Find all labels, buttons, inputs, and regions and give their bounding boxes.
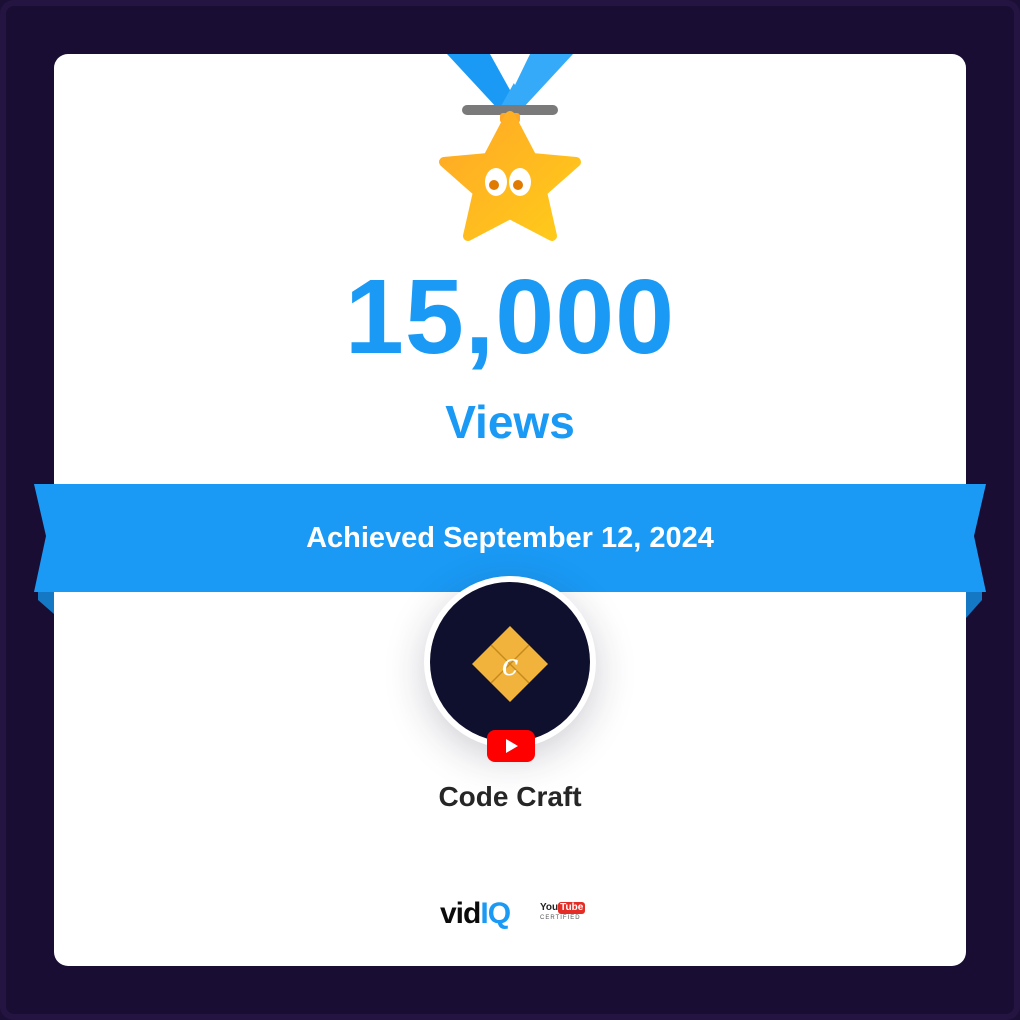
certified-label: CERTIFIED [540,915,581,921]
achieved-date: Achieved September 12, 2024 [306,522,714,554]
avatar: c [430,582,590,742]
youtube-word-tube: Tube [558,902,586,914]
vidiq-logo-part2: IQ [480,897,511,930]
channel-avatar[interactable]: c [424,576,596,748]
vidiq-logo-part1: vid [440,897,481,930]
channel-name: Code Craft [438,781,582,812]
logo-letter: c [502,648,519,683]
milestone-count: 15,000 [344,258,676,376]
youtube-play-icon [487,730,535,762]
star-medal-icon [439,54,581,241]
youtube-word-you: You [540,902,559,913]
youtube-certified-badge: You Tube CERTIFIED [540,902,586,928]
vidiq-logo: vidIQ [440,894,511,934]
milestone-unit: Views [445,396,575,448]
channel-logo-icon: c [472,626,548,702]
